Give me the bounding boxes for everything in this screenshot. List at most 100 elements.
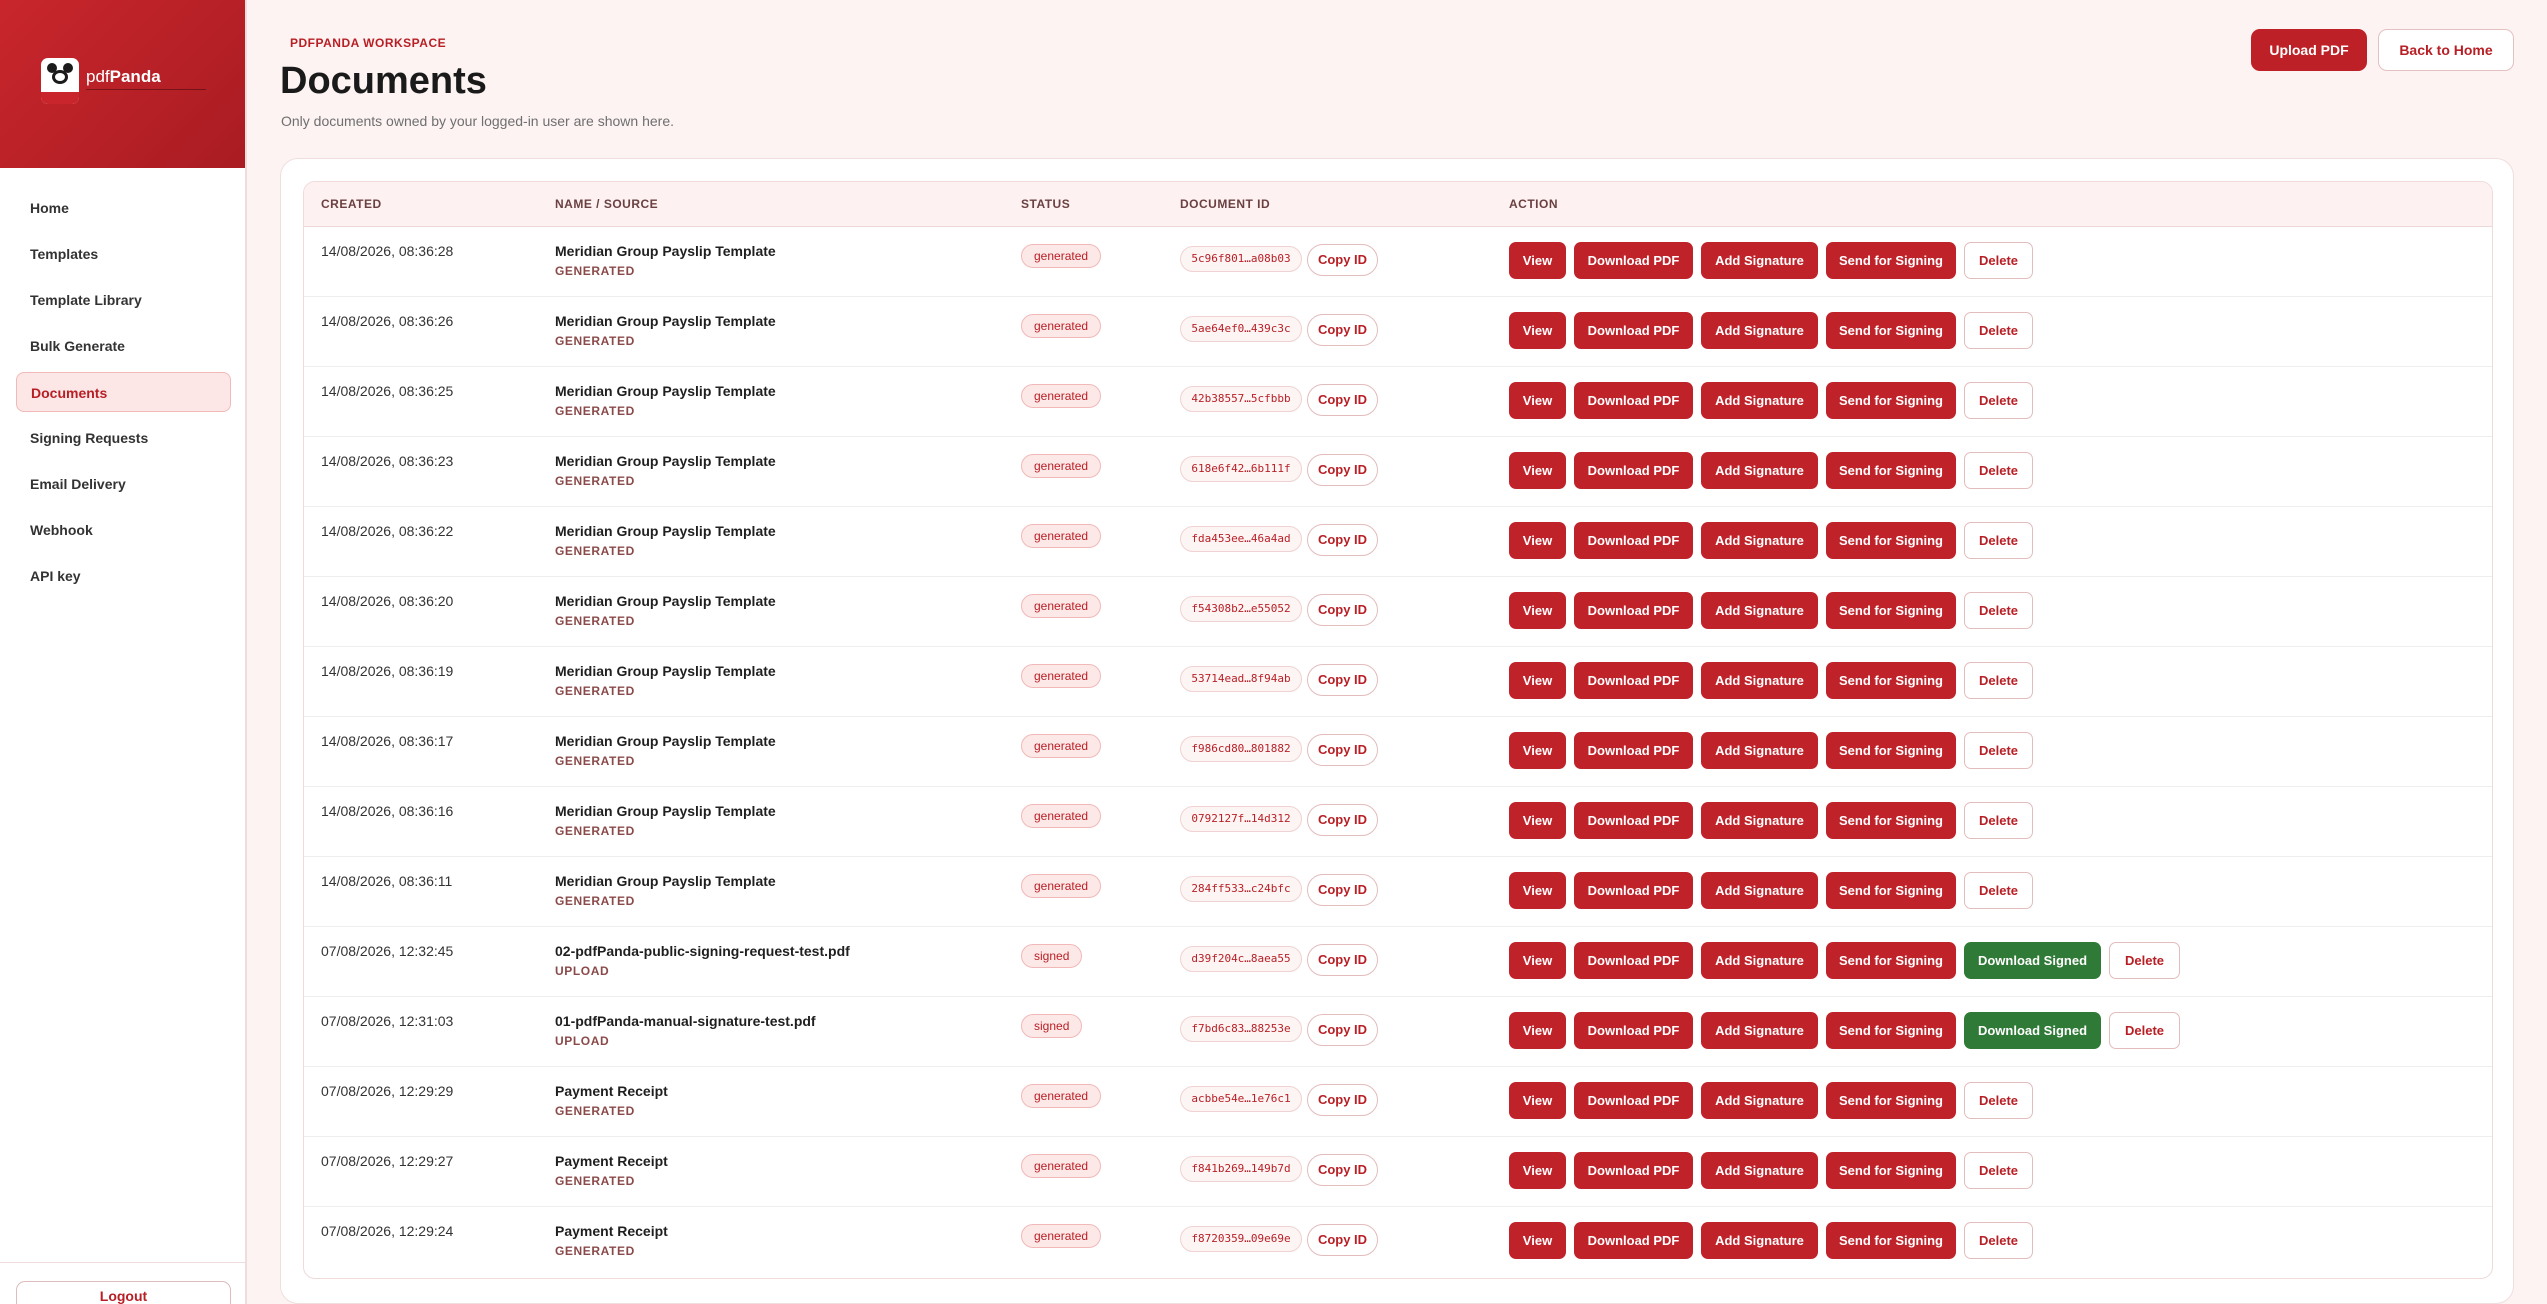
copy-id-button[interactable]: Copy ID — [1307, 244, 1378, 276]
delete-button[interactable]: Delete — [1964, 662, 2033, 699]
sidebar-item-documents[interactable]: Documents — [16, 372, 231, 412]
sidebar-item-home[interactable]: Home — [16, 188, 231, 228]
add-signature-button[interactable]: Add Signature — [1701, 592, 1818, 629]
send-for-signing-button[interactable]: Send for Signing — [1826, 242, 1956, 279]
view-button[interactable]: View — [1509, 942, 1566, 979]
brand-name[interactable]: pdfPanda — [86, 67, 161, 87]
download-pdf-button[interactable]: Download PDF — [1574, 242, 1693, 279]
send-for-signing-button[interactable]: Send for Signing — [1826, 802, 1956, 839]
send-for-signing-button[interactable]: Send for Signing — [1826, 1222, 1956, 1259]
send-for-signing-button[interactable]: Send for Signing — [1826, 872, 1956, 909]
delete-button[interactable]: Delete — [1964, 1222, 2033, 1259]
copy-id-button[interactable]: Copy ID — [1307, 314, 1378, 346]
view-button[interactable]: View — [1509, 592, 1566, 629]
send-for-signing-button[interactable]: Send for Signing — [1826, 1082, 1956, 1119]
download-pdf-button[interactable]: Download PDF — [1574, 452, 1693, 489]
download-signed-button[interactable]: Download Signed — [1964, 1012, 2101, 1049]
copy-id-button[interactable]: Copy ID — [1307, 454, 1378, 486]
view-button[interactable]: View — [1509, 312, 1566, 349]
add-signature-button[interactable]: Add Signature — [1701, 1222, 1818, 1259]
add-signature-button[interactable]: Add Signature — [1701, 452, 1818, 489]
add-signature-button[interactable]: Add Signature — [1701, 802, 1818, 839]
delete-button[interactable]: Delete — [1964, 1082, 2033, 1119]
add-signature-button[interactable]: Add Signature — [1701, 1152, 1818, 1189]
add-signature-button[interactable]: Add Signature — [1701, 522, 1818, 559]
view-button[interactable]: View — [1509, 242, 1566, 279]
download-pdf-button[interactable]: Download PDF — [1574, 662, 1693, 699]
sidebar-item-webhook[interactable]: Webhook — [16, 510, 231, 550]
sidebar-item-email-delivery[interactable]: Email Delivery — [16, 464, 231, 504]
view-button[interactable]: View — [1509, 1082, 1566, 1119]
view-button[interactable]: View — [1509, 732, 1566, 769]
add-signature-button[interactable]: Add Signature — [1701, 732, 1818, 769]
download-pdf-button[interactable]: Download PDF — [1574, 872, 1693, 909]
add-signature-button[interactable]: Add Signature — [1701, 662, 1818, 699]
view-button[interactable]: View — [1509, 802, 1566, 839]
send-for-signing-button[interactable]: Send for Signing — [1826, 522, 1956, 559]
copy-id-button[interactable]: Copy ID — [1307, 1154, 1378, 1186]
view-button[interactable]: View — [1509, 1012, 1566, 1049]
send-for-signing-button[interactable]: Send for Signing — [1826, 732, 1956, 769]
logout-button[interactable]: Logout — [16, 1281, 231, 1304]
send-for-signing-button[interactable]: Send for Signing — [1826, 1152, 1956, 1189]
download-pdf-button[interactable]: Download PDF — [1574, 1012, 1693, 1049]
copy-id-button[interactable]: Copy ID — [1307, 1224, 1378, 1256]
copy-id-button[interactable]: Copy ID — [1307, 804, 1378, 836]
sidebar-item-api-key[interactable]: API key — [16, 556, 231, 596]
delete-button[interactable]: Delete — [2109, 942, 2180, 979]
download-pdf-button[interactable]: Download PDF — [1574, 1152, 1693, 1189]
view-button[interactable]: View — [1509, 522, 1566, 559]
download-pdf-button[interactable]: Download PDF — [1574, 942, 1693, 979]
view-button[interactable]: View — [1509, 1222, 1566, 1259]
download-pdf-button[interactable]: Download PDF — [1574, 522, 1693, 559]
delete-button[interactable]: Delete — [1964, 382, 2033, 419]
download-signed-button[interactable]: Download Signed — [1964, 942, 2101, 979]
add-signature-button[interactable]: Add Signature — [1701, 1082, 1818, 1119]
copy-id-button[interactable]: Copy ID — [1307, 1014, 1378, 1046]
send-for-signing-button[interactable]: Send for Signing — [1826, 312, 1956, 349]
sidebar-item-bulk-generate[interactable]: Bulk Generate — [16, 326, 231, 366]
sidebar-item-templates[interactable]: Templates — [16, 234, 231, 274]
delete-button[interactable]: Delete — [1964, 592, 2033, 629]
copy-id-button[interactable]: Copy ID — [1307, 384, 1378, 416]
add-signature-button[interactable]: Add Signature — [1701, 872, 1818, 909]
delete-button[interactable]: Delete — [1964, 1152, 2033, 1189]
add-signature-button[interactable]: Add Signature — [1701, 242, 1818, 279]
copy-id-button[interactable]: Copy ID — [1307, 1084, 1378, 1116]
add-signature-button[interactable]: Add Signature — [1701, 942, 1818, 979]
download-pdf-button[interactable]: Download PDF — [1574, 312, 1693, 349]
add-signature-button[interactable]: Add Signature — [1701, 1012, 1818, 1049]
delete-button[interactable]: Delete — [1964, 452, 2033, 489]
delete-button[interactable]: Delete — [1964, 522, 2033, 559]
copy-id-button[interactable]: Copy ID — [1307, 874, 1378, 906]
download-pdf-button[interactable]: Download PDF — [1574, 592, 1693, 629]
download-pdf-button[interactable]: Download PDF — [1574, 382, 1693, 419]
add-signature-button[interactable]: Add Signature — [1701, 382, 1818, 419]
send-for-signing-button[interactable]: Send for Signing — [1826, 592, 1956, 629]
sidebar-item-template-library[interactable]: Template Library — [16, 280, 231, 320]
view-button[interactable]: View — [1509, 662, 1566, 699]
copy-id-button[interactable]: Copy ID — [1307, 664, 1378, 696]
back-to-home-button[interactable]: Back to Home — [2378, 29, 2514, 71]
send-for-signing-button[interactable]: Send for Signing — [1826, 452, 1956, 489]
send-for-signing-button[interactable]: Send for Signing — [1826, 662, 1956, 699]
delete-button[interactable]: Delete — [2109, 1012, 2180, 1049]
delete-button[interactable]: Delete — [1964, 312, 2033, 349]
send-for-signing-button[interactable]: Send for Signing — [1826, 942, 1956, 979]
send-for-signing-button[interactable]: Send for Signing — [1826, 1012, 1956, 1049]
view-button[interactable]: View — [1509, 452, 1566, 489]
send-for-signing-button[interactable]: Send for Signing — [1826, 382, 1956, 419]
delete-button[interactable]: Delete — [1964, 802, 2033, 839]
copy-id-button[interactable]: Copy ID — [1307, 594, 1378, 626]
copy-id-button[interactable]: Copy ID — [1307, 524, 1378, 556]
download-pdf-button[interactable]: Download PDF — [1574, 802, 1693, 839]
add-signature-button[interactable]: Add Signature — [1701, 312, 1818, 349]
download-pdf-button[interactable]: Download PDF — [1574, 1082, 1693, 1119]
sidebar-item-signing-requests[interactable]: Signing Requests — [16, 418, 231, 458]
copy-id-button[interactable]: Copy ID — [1307, 734, 1378, 766]
view-button[interactable]: View — [1509, 1152, 1566, 1189]
view-button[interactable]: View — [1509, 872, 1566, 909]
copy-id-button[interactable]: Copy ID — [1307, 944, 1378, 976]
download-pdf-button[interactable]: Download PDF — [1574, 732, 1693, 769]
upload-pdf-button[interactable]: Upload PDF — [2251, 29, 2367, 71]
